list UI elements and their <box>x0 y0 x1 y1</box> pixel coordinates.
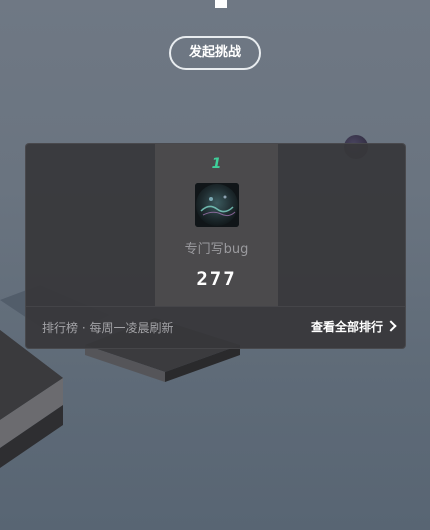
avatar <box>195 183 239 227</box>
leaderboard-footer: 排行榜 · 每周一凌晨刷新 查看全部排行 <box>26 306 405 348</box>
chevron-right-icon <box>385 320 397 332</box>
player-score: 277 <box>196 268 237 290</box>
view-all-label: 查看全部排行 <box>310 320 383 334</box>
leaderboard-entry[interactable]: 1 专门写bug 277 <box>155 144 278 306</box>
view-all-rankings-link[interactable]: 查看全部排行 <box>310 318 397 335</box>
player-name: 专门写bug <box>184 242 249 257</box>
rank-number: 1 <box>211 156 222 172</box>
avatar-image <box>195 183 239 227</box>
leaderboard-panel: 1 专门写bug 277 排行榜 · 每周一凌晨刷新 查看全部排行 <box>25 143 406 349</box>
refresh-note: 排行榜 · 每周一凌晨刷新 <box>42 321 174 335</box>
game-scene: 发起挑战 1 专门写bug 277 排行榜 · 每周一凌晨刷新 查看全部排行 <box>0 0 430 530</box>
